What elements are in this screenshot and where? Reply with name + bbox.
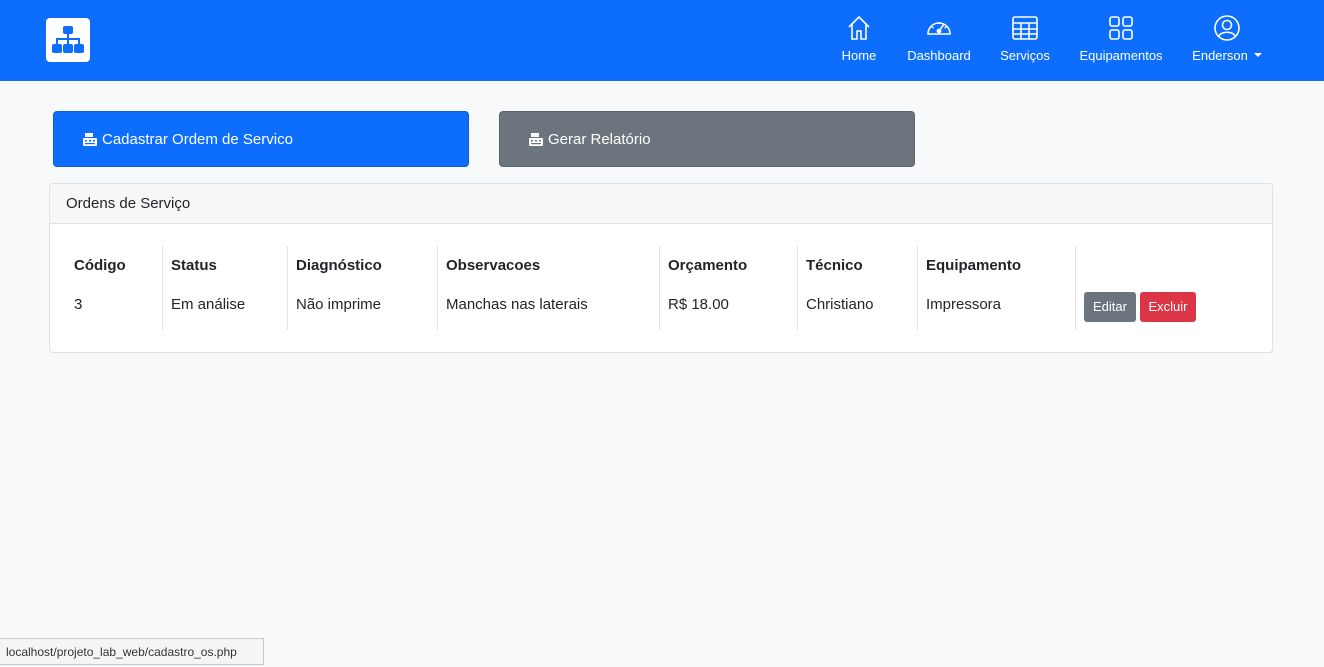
house-icon bbox=[848, 15, 870, 40]
nav-home-label: Home bbox=[841, 48, 877, 63]
col-header-diagnostico: Diagnóstico bbox=[296, 257, 382, 274]
cell-observacoes: Manchas nas laterais bbox=[446, 296, 588, 313]
column-divider bbox=[287, 246, 288, 330]
col-header-tecnico: Técnico bbox=[806, 257, 863, 274]
cell-equipamento: Impressora bbox=[926, 296, 1002, 313]
table-icon bbox=[1012, 16, 1038, 40]
cash-register-icon bbox=[528, 131, 544, 147]
nav-home[interactable]: Home bbox=[840, 14, 878, 68]
generate-report-button[interactable]: Gerar Relatório bbox=[499, 111, 915, 167]
person-circle-icon bbox=[1214, 15, 1240, 41]
grid-icon bbox=[1109, 16, 1133, 40]
cell-diagnostico: Não imprime bbox=[296, 296, 382, 313]
service-orders-card: Ordens de Serviço Código Status Diagnóst… bbox=[49, 183, 1273, 353]
sitemap-icon bbox=[52, 26, 84, 53]
chevron-down-icon bbox=[1253, 53, 1262, 57]
nav-equipamentos[interactable]: Equipamentos bbox=[1078, 14, 1164, 68]
column-divider bbox=[437, 246, 438, 330]
cell-codigo: 3 bbox=[74, 296, 83, 313]
cash-register-icon bbox=[82, 131, 98, 147]
col-header-codigo: Código bbox=[74, 257, 126, 274]
delete-button[interactable]: Excluir bbox=[1140, 292, 1196, 322]
brand-logo[interactable] bbox=[46, 18, 90, 62]
nav-dashboard[interactable]: Dashboard bbox=[906, 14, 972, 68]
cell-orcamento: R$ 18.00 bbox=[668, 296, 729, 313]
top-navbar: Home Dashboard Serviços Equipamentos End… bbox=[0, 0, 1324, 81]
col-header-equipamento: Equipamento bbox=[926, 257, 1022, 274]
nav-user-dropdown[interactable]: Enderson bbox=[1191, 14, 1263, 68]
column-divider bbox=[917, 246, 918, 330]
column-divider bbox=[797, 246, 798, 330]
nav-user-label: Enderson bbox=[1192, 48, 1248, 63]
speedometer-icon bbox=[927, 22, 951, 35]
col-header-status: Status bbox=[171, 257, 217, 274]
edit-button[interactable]: Editar bbox=[1084, 292, 1136, 322]
nav-servicos[interactable]: Serviços bbox=[1000, 14, 1050, 68]
column-divider bbox=[659, 246, 660, 330]
col-header-orcamento: Orçamento bbox=[668, 257, 748, 274]
nav-dashboard-label: Dashboard bbox=[907, 48, 971, 63]
card-title: Ordens de Serviço bbox=[50, 184, 1272, 224]
cell-status: Em análise bbox=[171, 296, 246, 313]
col-header-observacoes: Observacoes bbox=[446, 257, 541, 274]
nav-equipamentos-label: Equipamentos bbox=[1079, 48, 1163, 63]
cell-tecnico: Christiano bbox=[806, 296, 874, 313]
register-service-order-label: Cadastrar Ordem de Servico bbox=[102, 130, 293, 148]
browser-status-url: localhost/projeto_lab_web/cadastro_os.ph… bbox=[0, 638, 264, 665]
register-service-order-button[interactable]: Cadastrar Ordem de Servico bbox=[53, 111, 469, 167]
nav-user-label-wrap: Enderson bbox=[1192, 48, 1262, 64]
column-divider bbox=[162, 246, 163, 330]
column-divider bbox=[1075, 246, 1076, 330]
nav-servicos-label: Serviços bbox=[1000, 48, 1050, 63]
generate-report-label: Gerar Relatório bbox=[548, 130, 651, 148]
